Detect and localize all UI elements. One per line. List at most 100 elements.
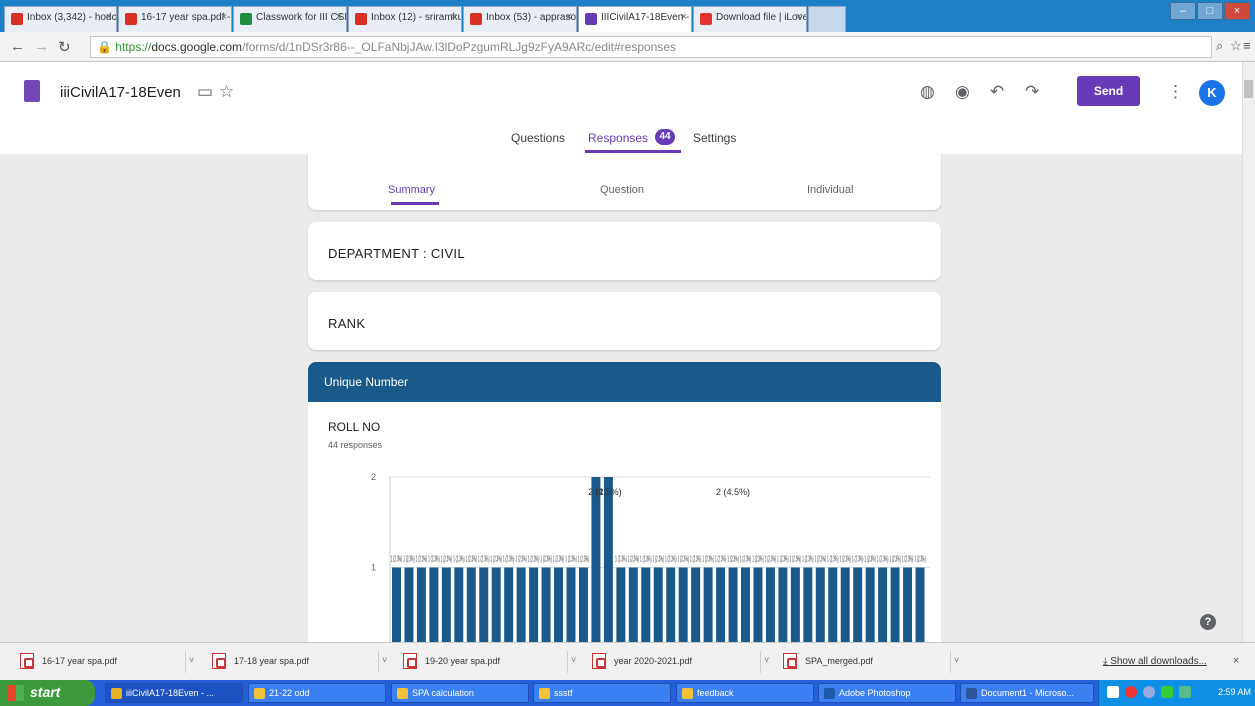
gmail-icon	[470, 13, 482, 25]
lock-icon: 🔒	[97, 40, 112, 54]
close-icon[interactable]: ×	[221, 11, 227, 23]
tab-responses[interactable]: Responses	[588, 131, 648, 145]
volume-icon[interactable]	[1179, 686, 1191, 698]
tab-individual[interactable]: Individual	[807, 184, 853, 196]
bar	[840, 567, 850, 642]
taskbar-item[interactable]: Document1 - Microso...	[960, 683, 1094, 703]
bar	[491, 567, 501, 642]
browser-tab[interactable]: Classwork for III CSE B ×	[233, 6, 347, 32]
tray-icon[interactable]	[1125, 686, 1137, 698]
close-icon[interactable]: ×	[336, 11, 342, 23]
bar	[441, 567, 451, 642]
folder-icon[interactable]: ▭	[197, 82, 213, 102]
new-tab-button[interactable]	[808, 6, 846, 32]
undo-icon[interactable]: ↶	[990, 82, 1004, 102]
bar	[865, 567, 875, 642]
download-item[interactable]: 16-17 year spa.pdf	[20, 651, 180, 673]
url-scheme: https://	[115, 40, 152, 54]
bar	[815, 567, 825, 642]
menu-icon[interactable]: ≡	[1243, 38, 1251, 53]
scrollbar-thumb[interactable]	[1244, 80, 1253, 98]
bar	[678, 567, 688, 642]
star-outline-icon[interactable]: ☆	[219, 82, 234, 102]
bar	[504, 567, 514, 642]
department-title: DEPARTMENT : CIVIL	[328, 246, 465, 261]
bar	[703, 567, 713, 642]
minimize-button[interactable]: –	[1170, 2, 1196, 20]
close-icon[interactable]: ×	[1233, 655, 1239, 667]
send-button[interactable]: Send	[1077, 76, 1140, 106]
maximize-button[interactable]: □	[1197, 2, 1223, 20]
browser-tab-active[interactable]: IIICivilA17-18Even - Goo ×	[578, 6, 692, 32]
download-item[interactable]: 19-20 year spa.pdf	[403, 651, 563, 673]
data-label: 1 (2.3%)	[578, 555, 590, 564]
show-all-downloads-link[interactable]: ⤓ Show all downloads...	[1103, 656, 1207, 667]
forms-logo-icon[interactable]	[24, 80, 40, 102]
taskbar-item[interactable]: iiiCivilA17-18Even - ...	[105, 683, 243, 703]
star-icon[interactable]: ☆	[1230, 38, 1242, 54]
start-button[interactable]: start	[0, 680, 95, 706]
data-label: 1 (2.3%)	[528, 555, 540, 564]
folder-icon	[682, 688, 693, 699]
chevron-down-icon[interactable]: ˅	[185, 651, 197, 673]
close-icon[interactable]: ×	[106, 11, 112, 23]
data-label: (4.5%)	[595, 487, 622, 497]
forward-icon[interactable]: →	[34, 38, 49, 55]
download-item[interactable]: year 2020-2021.pdf	[592, 651, 752, 673]
vertical-scrollbar[interactable]	[1242, 62, 1255, 642]
tab-question[interactable]: Question	[600, 184, 644, 196]
tab-summary[interactable]: Summary	[388, 184, 435, 196]
gmail-icon	[125, 13, 137, 25]
taskbar-item[interactable]: 21-22 odd	[248, 683, 386, 703]
avatar[interactable]: K	[1199, 80, 1225, 106]
tab-settings[interactable]: Settings	[693, 131, 736, 145]
redo-icon[interactable]: ↷	[1025, 82, 1039, 102]
taskbar-item[interactable]: SPA calculation	[391, 683, 529, 703]
photoshop-icon	[824, 688, 835, 699]
url-input[interactable]: 🔒 https://docs.google.com/forms/d/1nDSr3…	[90, 36, 1212, 58]
tab-questions[interactable]: Questions	[511, 131, 565, 145]
browser-tab[interactable]: Inbox (53) - apprasolu ×	[463, 6, 577, 32]
taskbar-item[interactable]: ssstf	[533, 683, 671, 703]
taskbar-item[interactable]: feedback	[676, 683, 814, 703]
browser-tab[interactable]: 16-17 year spa.pdf - s ×	[118, 6, 232, 32]
browser-tab[interactable]: Download file | iLovePD ×	[693, 6, 807, 32]
browser-tab[interactable]: Inbox (12) - sriramkum ×	[348, 6, 462, 32]
reload-icon[interactable]: ↻	[58, 38, 71, 56]
bar	[429, 567, 439, 642]
download-item[interactable]: 17-18 year spa.pdf	[212, 651, 372, 673]
preview-eye-icon[interactable]: ◉	[955, 82, 970, 102]
help-icon[interactable]: ?	[1200, 614, 1216, 630]
close-icon[interactable]: ×	[566, 11, 572, 23]
close-icon[interactable]: ×	[451, 11, 457, 23]
data-label: 1 (2.3%)	[466, 555, 478, 564]
chevron-down-icon[interactable]: ˅	[378, 651, 390, 673]
windows-taskbar: start iiiCivilA17-18Even - ... 21-22 odd…	[0, 680, 1255, 706]
chevron-down-icon[interactable]: ˅	[567, 651, 579, 673]
bar	[404, 567, 414, 642]
data-label: 1 (2.3%)	[702, 555, 714, 564]
download-item[interactable]: SPA_merged.pdf	[783, 651, 943, 673]
zoom-icon[interactable]: ⌕	[1216, 38, 1223, 54]
department-card: DEPARTMENT : CIVIL	[308, 222, 941, 280]
tray-icon[interactable]	[1107, 686, 1119, 698]
data-label: 1 (2.3%)	[790, 555, 802, 564]
more-vert-icon[interactable]: ⋮	[1167, 82, 1184, 102]
close-icon[interactable]: ×	[681, 11, 687, 23]
data-label: 1 (2.3%)	[441, 555, 453, 564]
chevron-down-icon[interactable]: ˅	[760, 651, 772, 673]
browser-tab[interactable]: Inbox (3,342) - hodce ×	[4, 6, 117, 32]
bar	[454, 567, 464, 642]
window-close-button[interactable]: ×	[1224, 2, 1250, 20]
network-icon[interactable]	[1143, 686, 1155, 698]
bar	[603, 477, 613, 642]
bar	[828, 567, 838, 642]
palette-icon[interactable]: ◍	[920, 82, 935, 102]
close-icon[interactable]: ×	[796, 11, 802, 23]
tray-icon[interactable]	[1161, 686, 1173, 698]
form-title[interactable]: iiiCivilA17-18Even	[60, 84, 181, 101]
chevron-down-icon[interactable]: ˅	[950, 651, 962, 673]
back-icon[interactable]: ←	[10, 38, 25, 55]
downloads-bar: 16-17 year spa.pdf ˅ 17-18 year spa.pdf …	[0, 642, 1255, 680]
taskbar-item[interactable]: Adobe Photoshop	[818, 683, 956, 703]
